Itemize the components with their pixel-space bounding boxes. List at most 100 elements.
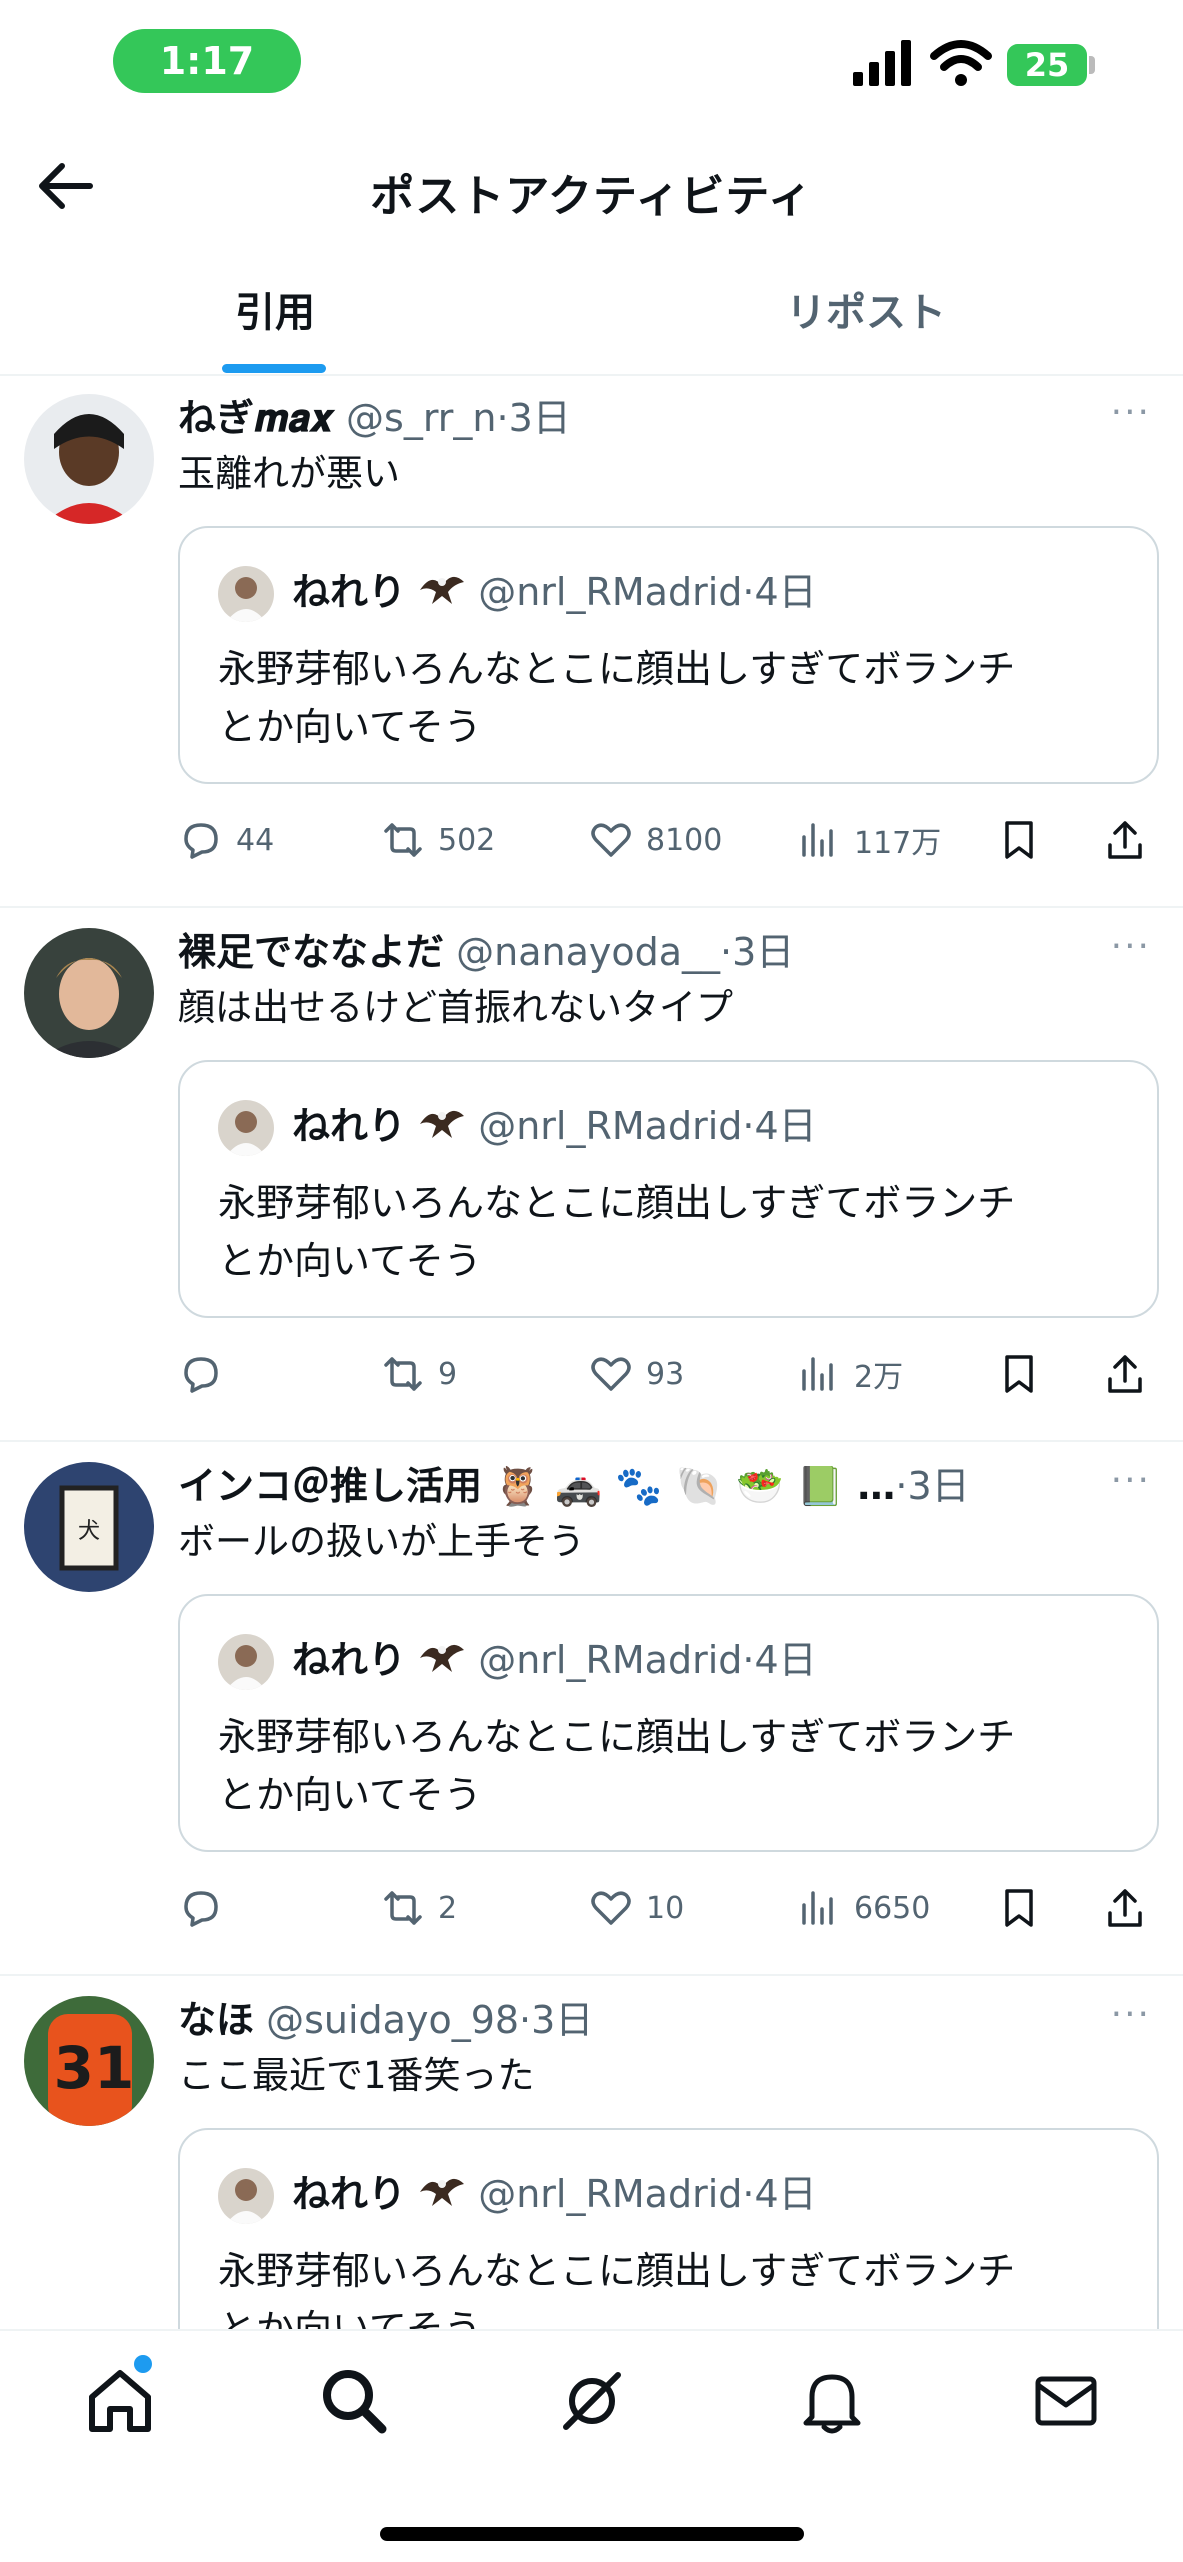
like-button[interactable]: 93 xyxy=(588,1344,684,1404)
quoted-post[interactable]: ねれり @nrl_RMadrid·4日 永野芽郁いろんなとこに顔出しすぎてボラン… xyxy=(178,1594,1159,1852)
avatar[interactable] xyxy=(24,394,154,524)
avatar[interactable]: 犬 xyxy=(24,1462,154,1592)
svg-text:犬: 犬 xyxy=(78,1519,100,1544)
header: ポストアクティビティ xyxy=(0,118,1183,258)
repost-button[interactable]: 502 xyxy=(380,810,495,870)
quoted-author-line: ねれり @nrl_RMadrid·4日 xyxy=(292,1096,817,1159)
share-button[interactable] xyxy=(1102,810,1160,870)
like-count: 93 xyxy=(646,1356,685,1392)
page-title: ポストアクティビティ xyxy=(370,171,813,222)
bookmark-icon xyxy=(1005,1355,1033,1393)
separator: · xyxy=(742,2172,755,2216)
quoted-author-handle: @nrl_RMadrid xyxy=(478,570,743,614)
like-button[interactable]: 8100 xyxy=(588,810,722,870)
author-name[interactable]: なほ xyxy=(178,1998,254,2042)
bookmark-icon xyxy=(1005,821,1033,859)
bookmark-button[interactable] xyxy=(996,1878,1054,1938)
share-icon xyxy=(1108,1889,1142,1927)
reply-button[interactable]: 44 xyxy=(178,810,274,870)
mail-icon[interactable] xyxy=(1026,2361,1106,2441)
author-name-emoji: 🦉 🚓 🐾 🐚 🥗 📗 … xyxy=(494,1464,896,1508)
heart-icon xyxy=(591,1357,631,1391)
separator: · xyxy=(496,396,509,440)
view-count: 6650 xyxy=(854,1890,931,1926)
tab-bar: 引用 リポスト xyxy=(0,258,1183,376)
action-bar: 9 93 2万 xyxy=(178,1344,1159,1404)
tab-reposts[interactable]: リポスト xyxy=(591,258,1141,374)
repost-button[interactable]: 2 xyxy=(380,1878,457,1938)
post-text: ここ最近で1番笑った xyxy=(178,2054,535,2097)
quoted-post-time: 4日 xyxy=(754,2172,817,2216)
view-count: 2万 xyxy=(854,1360,904,1395)
bell-icon[interactable] xyxy=(792,2361,872,2441)
repost-count: 2 xyxy=(438,1890,458,1926)
quoted-post-time: 4日 xyxy=(754,1638,817,1682)
home-indicator xyxy=(380,2527,804,2541)
more-icon[interactable]: ··· xyxy=(1111,926,1151,967)
post[interactable]: 犬 インコ＠推し活用 🦉 🚓 🐾 🐚 🥗 📗 …·3日 ··· ボールの扱いが上… xyxy=(0,1442,1183,1976)
author-handle[interactable]: @nanayoda__ xyxy=(456,930,720,974)
battery-cap xyxy=(1089,56,1095,74)
quoted-post-time: 4日 xyxy=(754,1104,817,1148)
quoted-post-time: 4日 xyxy=(754,570,817,614)
avatar[interactable]: 31 xyxy=(24,1996,154,2126)
separator: · xyxy=(742,1638,755,1682)
bottom-nav xyxy=(0,2329,1183,2562)
views-button[interactable]: 6650 xyxy=(796,1878,930,1938)
post-text: 玉離れが悪い xyxy=(178,452,400,495)
post[interactable]: ねぎ𝒎𝒂𝒙 @s_rr_n·3日 ··· 玉離れが悪い ねれり @nrl_RMa… xyxy=(0,374,1183,908)
quoted-avatar xyxy=(218,1634,274,1690)
author-name[interactable]: ねぎ𝒎𝒂𝒙 xyxy=(178,396,334,440)
post-time: 3日 xyxy=(732,930,795,974)
share-button[interactable] xyxy=(1102,1344,1160,1404)
quoted-post[interactable]: ねれり @nrl_RMadrid·4日 永野芽郁いろんなとこに顔出しすぎてボラン… xyxy=(178,526,1159,784)
quoted-avatar xyxy=(218,2168,274,2224)
quoted-post[interactable]: ねれり @nrl_RMadrid·4日 永野芽郁いろんなとこに顔出しすぎてボラン… xyxy=(178,1060,1159,1318)
grok-icon[interactable] xyxy=(552,2361,632,2441)
separator: · xyxy=(720,930,733,974)
eagle-icon xyxy=(418,2167,466,2227)
views-button[interactable]: 117万 xyxy=(796,810,941,870)
more-icon[interactable]: ··· xyxy=(1111,1460,1151,1501)
author-handle[interactable]: @s_rr_n xyxy=(346,396,496,440)
action-bar: 2 10 6650 xyxy=(178,1878,1159,1938)
home-icon[interactable] xyxy=(80,2361,160,2441)
reply-count: 44 xyxy=(236,822,275,858)
quoted-author-handle: @nrl_RMadrid xyxy=(478,1638,743,1682)
author-line: インコ＠推し活用 🦉 🚓 🐾 🐚 🥗 📗 …·3日 xyxy=(178,1456,1083,1516)
like-count: 10 xyxy=(646,1890,685,1926)
author-name[interactable]: インコ＠推し活用 xyxy=(178,1464,482,1508)
reply-button[interactable] xyxy=(178,1344,236,1404)
quoted-avatar xyxy=(218,1100,274,1156)
repost-count: 9 xyxy=(438,1356,458,1392)
like-button[interactable]: 10 xyxy=(588,1878,684,1938)
quoted-avatar xyxy=(218,566,274,622)
views-button[interactable]: 2万 xyxy=(796,1344,903,1404)
repost-button[interactable]: 9 xyxy=(380,1344,457,1404)
avatar[interactable] xyxy=(24,928,154,1058)
post[interactable]: 裸足でななよだ @nanayoda__·3日 ··· 顔は出せるけど首振れないタ… xyxy=(0,908,1183,1442)
quoted-author-line: ねれり @nrl_RMadrid·4日 xyxy=(292,2164,817,2227)
action-bar: 44 502 8100 117万 xyxy=(178,810,1159,870)
more-icon[interactable]: ··· xyxy=(1111,392,1151,433)
eagle-icon xyxy=(418,1099,466,1159)
reply-button[interactable] xyxy=(178,1878,236,1938)
share-button[interactable] xyxy=(1102,1878,1160,1938)
heart-icon xyxy=(591,1891,631,1925)
author-handle[interactable]: @suidayo_98 xyxy=(266,1998,519,2042)
bookmark-button[interactable] xyxy=(996,810,1054,870)
quoted-post[interactable]: ねれり @nrl_RMadrid·4日 永野芽郁いろんなとこに顔出しすぎてボラン… xyxy=(178,2128,1159,2329)
post-time: 3日 xyxy=(531,1998,594,2042)
status-bar: 1:17 25 xyxy=(0,0,1183,118)
author-name[interactable]: 裸足でななよだ xyxy=(178,930,444,974)
bookmark-button[interactable] xyxy=(996,1344,1054,1404)
separator: · xyxy=(742,570,755,614)
search-icon[interactable] xyxy=(314,2361,394,2441)
post[interactable]: 31 なほ @suidayo_98 · 3日 ··· ここ最近で1番笑った ねれり … xyxy=(0,1976,1183,2329)
tab-quotes[interactable]: 引用 xyxy=(0,258,550,374)
more-icon[interactable]: ··· xyxy=(1111,1994,1151,2035)
share-icon xyxy=(1108,821,1142,859)
signal-icon xyxy=(851,38,913,88)
quoted-text: 永野芽郁いろんなとこに顔出しすぎてボランチ とか向いてそう xyxy=(218,1174,1097,1290)
quoted-author-name: ねれり xyxy=(292,1638,407,1682)
